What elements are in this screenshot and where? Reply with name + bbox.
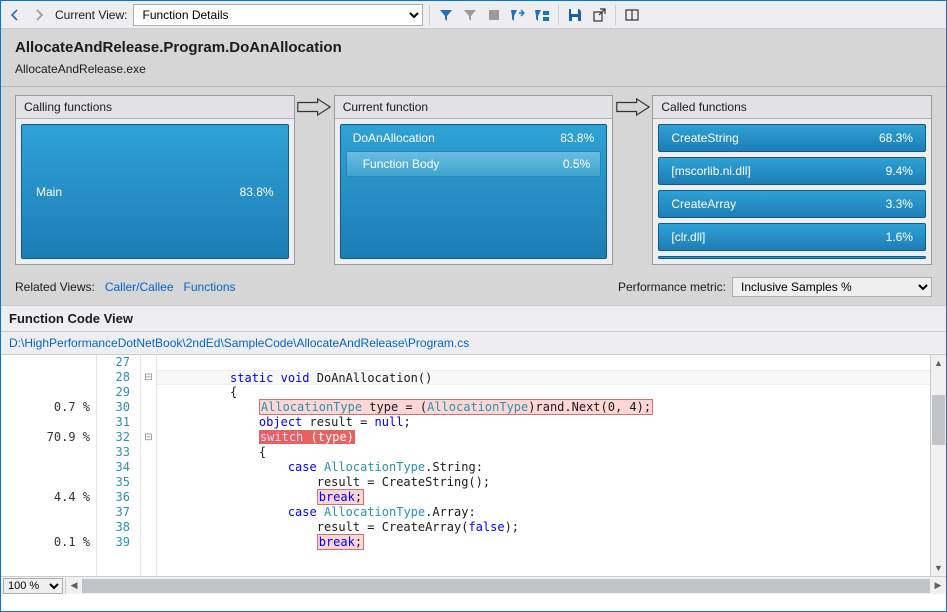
- calling-function-item[interactable]: Main 83.8%: [21, 124, 289, 259]
- called-function-item[interactable]: CreateString 68.3%: [658, 124, 926, 152]
- current-function-name: DoAnAllocation: [353, 131, 435, 145]
- function-body-item[interactable]: Function Body 0.5%: [346, 151, 602, 177]
- code-editor: 0.7 %70.9 %4.4 %0.1 % 272829303132333435…: [1, 355, 946, 576]
- code-view-title: Function Code View: [1, 306, 946, 332]
- called-functions-title: Called functions: [653, 96, 931, 119]
- zoom-select[interactable]: 100 %: [3, 578, 63, 594]
- page-title: AllocateAndRelease.Program.DoAnAllocatio…: [15, 39, 932, 56]
- code-file-path[interactable]: D:\HighPerformanceDotNetBook\2ndEd\Sampl…: [1, 332, 946, 354]
- header-panel: AllocateAndRelease.Program.DoAnAllocatio…: [1, 29, 946, 87]
- columns-icon[interactable]: [622, 5, 642, 25]
- line-number-gutter: 27282930313233343536373839: [97, 355, 141, 576]
- arrow-right-icon: [295, 95, 334, 118]
- calling-function-pct: 83.8%: [240, 185, 274, 199]
- function-flow-panels: Calling functions Main 83.8% Current fun…: [1, 87, 946, 273]
- code-text[interactable]: static void DoAnAllocation() { Allocatio…: [157, 355, 930, 576]
- function-body-label: Function Body: [363, 157, 440, 171]
- scroll-left-icon[interactable]: ◀: [66, 578, 82, 594]
- pct-gutter: 0.7 %70.9 %4.4 %0.1 %: [1, 355, 97, 576]
- scroll-up-icon[interactable]: ▲: [931, 355, 946, 371]
- filter-icon[interactable]: [436, 5, 456, 25]
- horizontal-scrollbar[interactable]: ◀ ▶: [65, 578, 946, 594]
- calling-functions-box: Calling functions Main 83.8%: [15, 95, 295, 265]
- called-function-item[interactable]: [mscorlib.ni.dll] 9.4%: [658, 157, 926, 185]
- hot-path-icon[interactable]: [508, 5, 528, 25]
- save-icon[interactable]: [565, 5, 585, 25]
- toolbar: Current View: Function Details: [1, 1, 946, 29]
- current-function-pct: 83.8%: [560, 131, 594, 145]
- status-bar: 100 % ◀ ▶: [1, 576, 946, 594]
- stop-icon[interactable]: [484, 5, 504, 25]
- current-view-select[interactable]: Function Details: [133, 4, 423, 26]
- scroll-right-icon[interactable]: ▶: [930, 578, 946, 594]
- forward-button[interactable]: [29, 5, 49, 25]
- calling-function-name: Main: [36, 185, 62, 199]
- code-view-header: Function Code View D:\HighPerformanceDot…: [1, 305, 946, 355]
- scroll-thumb[interactable]: [932, 395, 945, 445]
- calling-functions-title: Calling functions: [16, 96, 294, 119]
- performance-metric-select[interactable]: Inclusive Samples %: [732, 277, 932, 297]
- called-function-item[interactable]: CreateArray 3.3%: [658, 190, 926, 218]
- vertical-scrollbar[interactable]: ▲ ▼: [930, 355, 946, 576]
- function-body-pct: 0.5%: [563, 157, 590, 171]
- fold-gutter: ⊟⊟: [141, 355, 157, 576]
- meta-row: Related Views: Caller/Callee Functions P…: [1, 273, 946, 305]
- called-functions-box: Called functions CreateString 68.3% [msc…: [652, 95, 932, 265]
- current-function-panel[interactable]: DoAnAllocation 83.8% Function Body 0.5%: [340, 124, 608, 259]
- noise-reduction-icon[interactable]: [532, 5, 552, 25]
- functions-link[interactable]: Functions: [184, 280, 236, 294]
- caller-callee-link[interactable]: Caller/Callee: [105, 280, 174, 294]
- current-function-box: Current function DoAnAllocation 83.8% Fu…: [334, 95, 614, 265]
- performance-metric-label: Performance metric:: [618, 280, 726, 294]
- current-function-title: Current function: [335, 96, 613, 119]
- called-function-item[interactable]: [658, 256, 926, 259]
- module-name: AllocateAndRelease.exe: [15, 62, 932, 76]
- filter-clear-icon[interactable]: [460, 5, 480, 25]
- current-view-label: Current View:: [55, 8, 127, 22]
- related-views-label: Related Views:: [15, 280, 95, 294]
- scroll-thumb[interactable]: [82, 579, 930, 593]
- back-button[interactable]: [5, 5, 25, 25]
- called-function-item[interactable]: [clr.dll] 1.6%: [658, 223, 926, 251]
- scroll-down-icon[interactable]: ▼: [931, 560, 946, 576]
- export-icon[interactable]: [589, 5, 609, 25]
- arrow-right-icon: [613, 95, 652, 118]
